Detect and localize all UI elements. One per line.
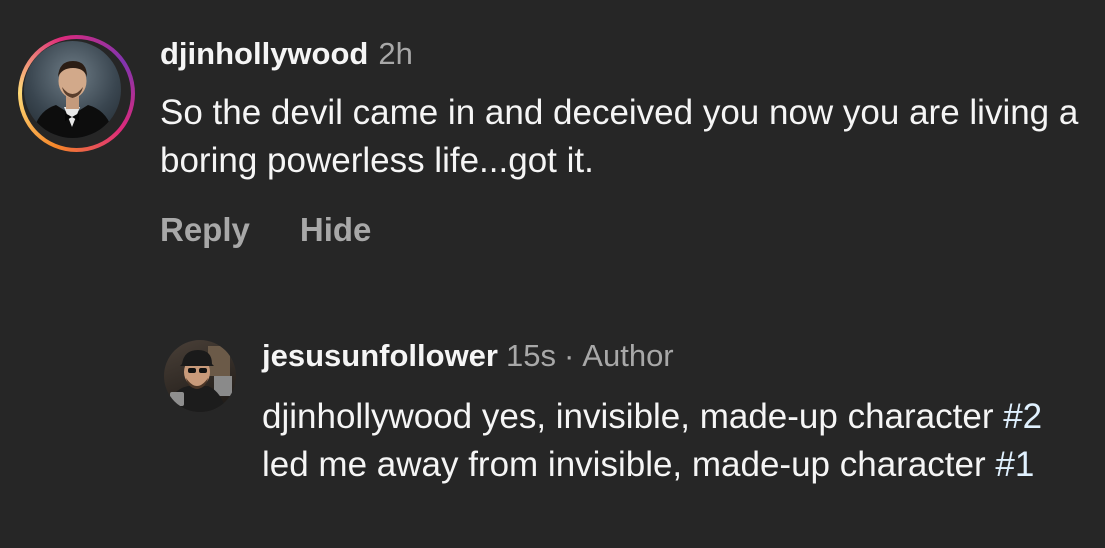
comment: djinhollywood 2h So the devil came in and… (0, 0, 1105, 300)
hashtag-link[interactable]: #2 (1003, 397, 1042, 436)
reply-text-part1: djinhollywood yes, invisible, made-up ch… (262, 397, 1004, 436)
person-in-tuxedo-icon (32, 61, 114, 138)
reply-text: djinhollywood yes, invisible, made-up ch… (262, 393, 1092, 489)
reply-timestamp: 15s (505, 338, 556, 373)
reply-avatar[interactable] (164, 340, 236, 412)
comment-actions: Reply Hide (160, 208, 371, 252)
meta-separator: · (563, 338, 575, 373)
story-ring-avatar[interactable] (18, 35, 135, 152)
avatar[interactable] (24, 41, 121, 138)
hashtag-link[interactable]: #1 (995, 445, 1034, 484)
reply-button[interactable]: Reply (160, 211, 250, 248)
comment-header: djinhollywood 2h (160, 36, 413, 72)
comment-username[interactable]: djinhollywood (160, 36, 368, 71)
reply-text-part2: led me away from invisible, made-up char… (262, 445, 996, 484)
comment-timestamp: 2h (378, 36, 413, 71)
comment-text: So the devil came in and deceived you no… (160, 93, 1079, 180)
reply-header: jesusunfollower 15s · Author (262, 337, 674, 375)
author-badge: Author (582, 338, 674, 373)
reply-username[interactable]: jesusunfollower (262, 338, 498, 373)
hide-button[interactable]: Hide (300, 211, 372, 248)
comment-thread: djinhollywood 2h So the devil came in and… (0, 0, 1105, 548)
person-in-cap-icon (166, 346, 232, 412)
